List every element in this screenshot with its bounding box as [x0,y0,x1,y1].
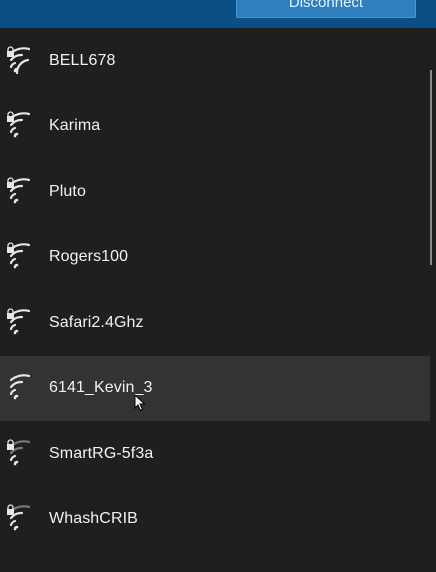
wifi-signal-icon [6,504,36,534]
wifi-network-panel: Disconnect BELL678 Karima Pluto Rogers10… [0,0,436,572]
lock-icon [7,242,14,254]
lock-icon [7,111,14,123]
wifi-signal-icon [6,308,36,338]
network-item-6141-kevin-3[interactable]: 6141_Kevin_3 [0,355,430,421]
network-name: Karima [49,117,101,135]
wifi-signal-icon [6,111,36,141]
wifi-signal-icon [6,373,36,403]
network-item-karima[interactable]: Karima [0,94,430,160]
network-name: SmartRG-5f3a [49,444,154,462]
network-item-bell678[interactable]: BELL678 [0,28,430,94]
wifi-signal-icon [6,439,36,469]
network-list: BELL678 Karima Pluto Rogers100 Safari2.4… [0,28,430,552]
network-name: Pluto [49,182,86,200]
connected-network-bar: Disconnect [0,0,436,28]
scrollbar-thumb[interactable] [430,70,432,265]
network-item-smartrg[interactable]: SmartRG-5f3a [0,421,430,487]
network-item-pluto[interactable]: Pluto [0,159,430,225]
wifi-signal-icon [6,177,36,207]
disconnect-button[interactable]: Disconnect [236,0,416,18]
wifi-signal-icon [6,46,36,76]
lock-icon [7,46,14,57]
lock-icon [7,439,14,450]
lock-icon [7,504,14,516]
network-item-safari[interactable]: Safari2.4Ghz [0,290,430,356]
wifi-signal-icon [6,242,36,272]
network-name: BELL678 [49,51,116,69]
network-item-whashcrib[interactable]: WhashCRIB [0,487,430,553]
network-item-rogers100[interactable]: Rogers100 [0,225,430,291]
mouse-cursor-icon [134,394,146,412]
network-name: Rogers100 [49,248,129,266]
lock-icon [7,177,14,188]
lock-icon [7,308,14,319]
network-name: WhashCRIB [49,510,138,528]
network-name: Safari2.4Ghz [49,313,144,331]
